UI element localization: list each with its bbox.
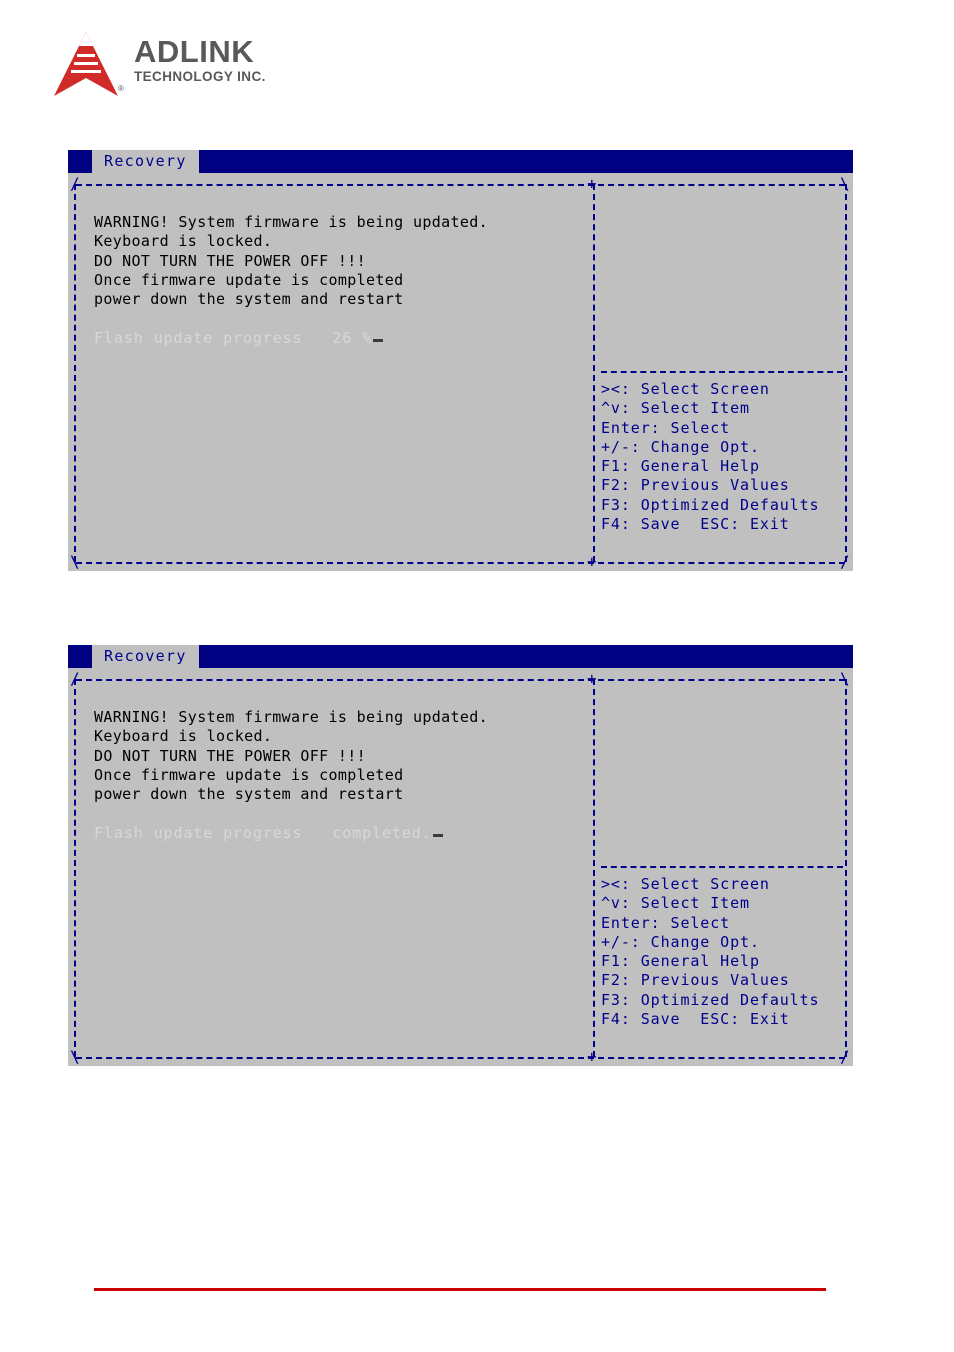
text-cursor-icon xyxy=(373,339,384,342)
warning-line: WARNING! System firmware is being update… xyxy=(94,708,488,726)
frame-middle-divider xyxy=(593,184,595,562)
tab-recovery[interactable]: Recovery xyxy=(92,150,199,173)
frame-corner-bottom-right: / xyxy=(840,552,850,571)
help-line-change-opt: +/-: Change Opt. xyxy=(601,932,760,951)
bios-body: / \ \ / + + WARNING! System firmware is … xyxy=(68,668,853,1066)
frame-corner-bottom-left: \ xyxy=(70,1047,80,1066)
warning-line: Keyboard is locked. xyxy=(94,727,273,746)
help-line-save-exit: F4: Save ESC: Exit xyxy=(601,1010,790,1029)
registered-trademark-mark: ® xyxy=(118,84,124,93)
flash-progress-label: Flash update progress xyxy=(94,824,303,842)
warning-line: Once firmware update is completed xyxy=(94,270,404,289)
help-line-save-exit: F4: Save ESC: Exit xyxy=(601,515,790,534)
frame-corner-top-left: / xyxy=(70,174,80,193)
help-line-general-help: F1: General Help xyxy=(601,457,760,476)
warning-line: power down the system and restart xyxy=(94,290,404,309)
frame-junction-top: + xyxy=(587,669,597,688)
text-cursor-icon xyxy=(432,834,443,837)
frame-bottom-border xyxy=(76,1057,845,1059)
help-line-enter-select: Enter: Select xyxy=(601,418,731,437)
frame-left-border xyxy=(74,679,76,1057)
help-line-optimized-defaults: F3: Optimized Defaults xyxy=(601,495,820,514)
help-line-optimized-defaults: F3: Optimized Defaults xyxy=(601,990,820,1009)
frame-middle-divider xyxy=(593,679,595,1057)
frame-top-border xyxy=(76,679,845,681)
warning-line: power down the system and restart xyxy=(94,785,404,804)
logo-wordmark: ADLINK TECHNOLOGY INC. xyxy=(134,34,304,85)
flash-progress-value: 26 % xyxy=(332,329,373,347)
brand-tagline: TECHNOLOGY INC. xyxy=(134,69,266,84)
flash-progress-spacer xyxy=(303,824,333,842)
flash-progress-label: Flash update progress xyxy=(94,329,303,347)
bios-screenshot-progress: Recovery / \ \ / + + WARNING! System fir… xyxy=(68,150,853,571)
help-line-previous-values: F2: Previous Values xyxy=(601,476,790,495)
warning-line: Keyboard is locked. xyxy=(94,232,273,251)
tab-recovery[interactable]: Recovery xyxy=(92,645,199,668)
frame-corner-bottom-right: / xyxy=(840,1047,850,1066)
flash-progress-row: Flash update progress 26 % xyxy=(94,329,574,348)
frame-corner-top-right: \ xyxy=(840,174,850,193)
adlink-triangle-logo-icon xyxy=(54,32,118,96)
warning-line: WARNING! System firmware is being update… xyxy=(94,213,488,231)
footer-divider-rule xyxy=(94,1288,826,1291)
frame-bottom-border xyxy=(76,562,845,564)
help-panel-divider xyxy=(601,371,843,373)
flash-progress-value: completed. xyxy=(332,824,432,842)
bios-screenshot-completed: Recovery / \ \ / + + WARNING! System fir… xyxy=(68,645,853,1066)
help-panel-divider xyxy=(601,866,843,868)
bios-body: / \ \ / + + WARNING! System firmware is … xyxy=(68,173,853,571)
warning-line: DO NOT TURN THE POWER OFF !!! xyxy=(94,251,367,270)
help-line-general-help: F1: General Help xyxy=(601,952,760,971)
flash-progress-row: Flash update progress completed. xyxy=(94,824,574,843)
frame-junction-bottom: + xyxy=(587,1047,597,1066)
help-line-select-item: ^v: Select Item xyxy=(601,894,750,913)
frame-corner-top-left: / xyxy=(70,669,80,688)
warning-message-block: WARNING! System firmware is being update… xyxy=(94,213,574,309)
brand-name: ADLINK xyxy=(134,34,255,69)
frame-corner-bottom-left: \ xyxy=(70,552,80,571)
help-key-legend: ><: Select Screen ^v: Select Item Enter:… xyxy=(601,380,851,534)
help-line-enter-select: Enter: Select xyxy=(601,913,731,932)
frame-top-border xyxy=(76,184,845,186)
help-line-select-screen: ><: Select Screen xyxy=(601,875,770,893)
frame-left-border xyxy=(74,184,76,562)
flash-progress-spacer xyxy=(303,329,333,347)
frame-corner-top-right: \ xyxy=(840,669,850,688)
help-line-previous-values: F2: Previous Values xyxy=(601,971,790,990)
warning-line: DO NOT TURN THE POWER OFF !!! xyxy=(94,746,367,765)
frame-junction-bottom: + xyxy=(587,552,597,571)
warning-message-block: WARNING! System firmware is being update… xyxy=(94,708,574,804)
help-line-select-item: ^v: Select Item xyxy=(601,399,750,418)
frame-junction-top: + xyxy=(587,174,597,193)
adlink-logo: ADLINK TECHNOLOGY INC. ® xyxy=(52,28,302,100)
help-line-change-opt: +/-: Change Opt. xyxy=(601,437,760,456)
help-key-legend: ><: Select Screen ^v: Select Item Enter:… xyxy=(601,875,851,1029)
warning-line: Once firmware update is completed xyxy=(94,765,404,784)
help-line-select-screen: ><: Select Screen xyxy=(601,380,770,398)
